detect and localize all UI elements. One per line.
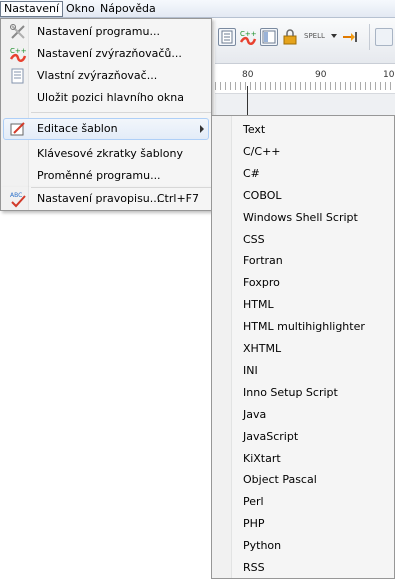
- menu-item-template-shortcuts[interactable]: Klávesové zkratky šablony: [3, 143, 209, 165]
- lock-icon[interactable]: [281, 28, 299, 46]
- settings-menu-bottom: ABC Nastavení pravopisu... Ctrl+F7: [0, 187, 212, 211]
- menu-item-label: Editace šablon: [37, 122, 118, 135]
- submenu-item-c[interactable]: C#: [243, 167, 260, 180]
- menu-item-highlighter-settings[interactable]: C++ Nastavení zvýrazňovačů...: [3, 43, 209, 65]
- submenu-item-python[interactable]: Python: [243, 539, 281, 552]
- submenu-item-windows-shell-script[interactable]: Windows Shell Script: [243, 211, 358, 224]
- menu-bar: Nastavení Okno Nápověda: [0, 0, 395, 18]
- submenu-item-object-pascal[interactable]: Object Pascal: [243, 473, 317, 486]
- menu-item-label: Vlastní zvýrazňovač...: [37, 69, 158, 82]
- menu-napoveda[interactable]: Nápověda: [97, 1, 159, 17]
- submenu-item-kixtart[interactable]: KiXtart: [243, 452, 281, 465]
- submenu-item-inno-setup-script[interactable]: Inno Setup Script: [243, 386, 338, 399]
- submenu-arrow-icon: [200, 125, 204, 133]
- submenu-item-php[interactable]: PHP: [243, 517, 265, 530]
- submenu-item-c-c[interactable]: C/C++: [243, 145, 281, 158]
- menu-item-edit-templates[interactable]: Editace šablon: [3, 118, 209, 140]
- custom-highlighter-icon: [9, 67, 27, 85]
- templates-submenu: [211, 115, 395, 579]
- ruler-ticks: [215, 82, 395, 90]
- svg-text:C++: C++: [10, 47, 27, 55]
- svg-text:ABC: ABC: [10, 192, 22, 199]
- submenu-item-fortran[interactable]: Fortran: [243, 254, 283, 267]
- spell-label: SPELL: [304, 32, 325, 40]
- submenu-item-rss[interactable]: RSS: [243, 561, 265, 574]
- submenu-item-html[interactable]: HTML: [243, 298, 274, 311]
- highlighters-icon[interactable]: C++: [239, 28, 257, 46]
- submenu-item-cobol[interactable]: COBOL: [243, 189, 281, 202]
- tools-icon: [9, 23, 27, 41]
- highlighters-icon: C++: [9, 45, 27, 63]
- layout-icon[interactable]: [260, 28, 278, 46]
- menu-nastaveni[interactable]: Nastavení: [0, 1, 64, 17]
- chevron-down-icon[interactable]: [331, 34, 337, 38]
- ruler-label: 80: [242, 70, 254, 80]
- menu-item-label: Nastavení programu...: [37, 25, 160, 38]
- ruler-label: 90: [315, 70, 327, 80]
- submenu-item-xhtml[interactable]: XHTML: [243, 342, 281, 355]
- spellcheck-icon: ABC: [9, 190, 27, 208]
- menu-item-custom-highlighter[interactable]: Vlastní zvýrazňovač...: [3, 65, 209, 87]
- menu-item-spellcheck-settings[interactable]: ABC Nastavení pravopisu... Ctrl+F7: [3, 188, 209, 210]
- menu-item-label: Klávesové zkratky šablony: [37, 147, 183, 160]
- menu-separator: [31, 112, 211, 113]
- submenu-item-css[interactable]: CSS: [243, 233, 265, 246]
- settings-menu: Nastavení programu... C++ Nastavení zvýr…: [0, 18, 212, 188]
- ruler: 80 90 10: [215, 64, 395, 94]
- submenu-item-java[interactable]: Java: [243, 408, 266, 421]
- svg-text:C++: C++: [240, 30, 257, 38]
- submenu-item-javascript[interactable]: JavaScript: [243, 430, 298, 443]
- toolbar-separator: [369, 24, 370, 50]
- menu-item-label: Nastavení zvýrazňovačů...: [37, 47, 182, 60]
- menu-item-shortcut: Ctrl+F7: [156, 192, 199, 205]
- pin-icon[interactable]: [341, 28, 359, 46]
- toolbar: C++ SPELL: [215, 18, 395, 64]
- ruler-label: 10: [383, 70, 395, 80]
- menu-item-program-settings[interactable]: Nastavení programu...: [3, 21, 209, 43]
- submenu-item-foxpro[interactable]: Foxpro: [243, 276, 280, 289]
- submenu-item-ini[interactable]: INI: [243, 364, 258, 377]
- submenu-item-perl[interactable]: Perl: [243, 495, 264, 508]
- spell-icon[interactable]: SPELL: [303, 28, 329, 46]
- menu-item-program-variables[interactable]: Proměnné programu...: [3, 165, 209, 187]
- menu-gutter: [212, 116, 232, 578]
- next-icon[interactable]: [375, 28, 393, 46]
- menu-item-save-window-position[interactable]: Uložit pozici hlavního okna: [3, 87, 209, 109]
- menu-okno[interactable]: Okno: [63, 1, 98, 17]
- document-icon[interactable]: [218, 28, 236, 46]
- submenu-item-html-multihighlighter[interactable]: HTML multihighlighter: [243, 320, 365, 333]
- menu-item-label: Uložit pozici hlavního okna: [37, 91, 184, 104]
- submenu-item-text[interactable]: Text: [243, 123, 265, 136]
- menu-item-label: Proměnné programu...: [37, 169, 161, 182]
- menu-item-label: Nastavení pravopisu...: [37, 192, 161, 205]
- template-edit-icon: [9, 120, 27, 138]
